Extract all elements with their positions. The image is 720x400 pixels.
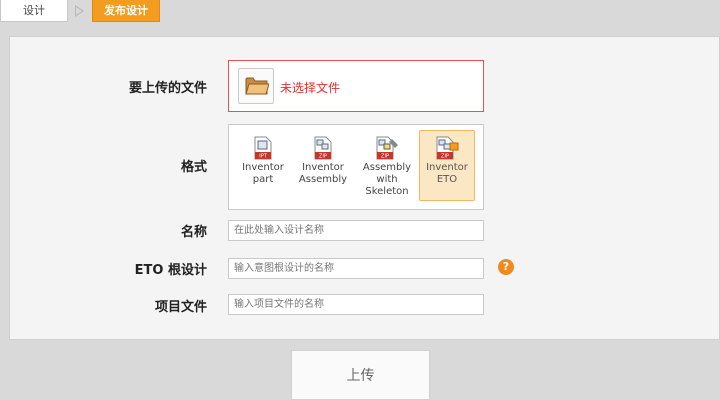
design-name-input[interactable]: [228, 220, 484, 241]
project-file-input[interactable]: [228, 294, 484, 315]
publish-form-panel: 要上传的文件 未选择文件 格式 IPT Inventor part ZIP In…: [9, 36, 720, 340]
svg-text:ZIP: ZIP: [441, 154, 449, 160]
breadcrumb-arrow-icon: [75, 5, 84, 17]
ipt-file-icon: IPT: [254, 136, 272, 160]
upload-button[interactable]: 上传: [291, 350, 430, 400]
eto-zip-icon: ZIP: [436, 136, 459, 160]
format-name: Assembly with Skeleton: [362, 162, 412, 197]
no-file-selected-text: 未选择文件: [280, 81, 341, 95]
svg-text:ZIP: ZIP: [319, 154, 327, 160]
svg-text:IPT: IPT: [259, 154, 267, 160]
eto-root-design-input[interactable]: [228, 258, 484, 279]
breadcrumb: 设计 发布设计: [0, 0, 720, 28]
format-name: Inventor Assembly: [298, 162, 348, 185]
file-label: 要上传的文件: [128, 81, 207, 96]
browse-file-button[interactable]: [238, 68, 274, 104]
format-option-inventor-assembly[interactable]: ZIP Inventor Assembly: [295, 130, 351, 201]
assembly-zip-icon: ZIP: [314, 136, 332, 160]
svg-text:ZIP: ZIP: [381, 154, 389, 160]
breadcrumb-publish-design[interactable]: 发布设计: [92, 0, 160, 22]
format-option-inventor-part[interactable]: IPT Inventor part: [235, 130, 291, 201]
format-name: Inventor ETO: [426, 162, 468, 185]
design-name-label: 名称: [180, 225, 207, 240]
format-name: Inventor part: [242, 162, 284, 185]
file-picker[interactable]: 未选择文件: [228, 60, 484, 112]
project-file-label: 项目文件: [154, 300, 207, 315]
help-icon[interactable]: ?: [498, 259, 514, 275]
format-option-inventor-eto[interactable]: ZIP Inventor ETO: [419, 130, 475, 201]
breadcrumb-design[interactable]: 设计: [0, 0, 68, 22]
format-selector: IPT Inventor part ZIP Inventor Assembly …: [228, 124, 484, 210]
format-label: 格式: [180, 160, 207, 175]
skeleton-zip-icon: ZIP: [376, 136, 398, 160]
eto-root-design-label: ETO 根设计: [134, 263, 207, 278]
format-option-assembly-with-skeleton[interactable]: ZIP Assembly with Skeleton: [359, 130, 415, 201]
folder-icon: [245, 77, 269, 95]
